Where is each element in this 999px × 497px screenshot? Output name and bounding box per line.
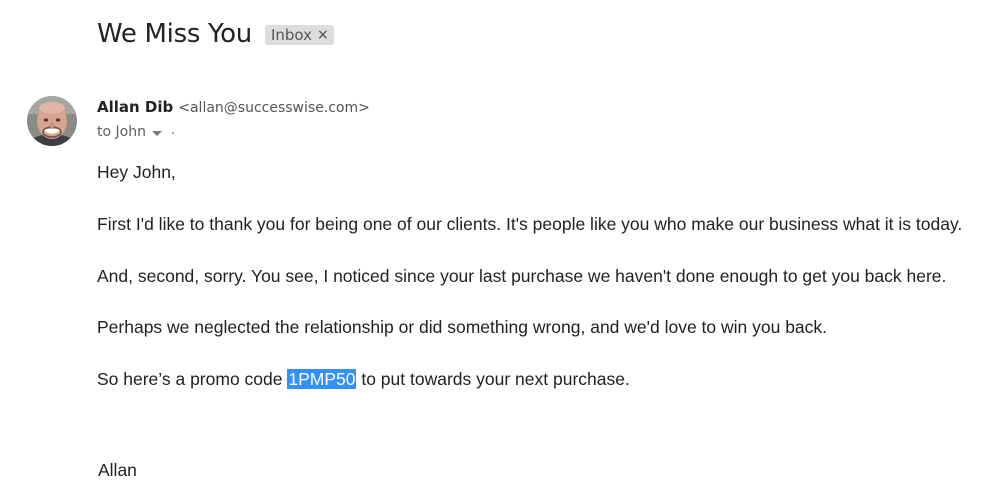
sender-row: Allan Dib <allan@successwise.com> (97, 98, 370, 116)
recipient-text: to John (97, 124, 146, 140)
label-chip-inbox[interactable]: Inbox × (264, 25, 334, 45)
sender-name[interactable]: Allan Dib (97, 98, 173, 116)
email-view: We Miss You Inbox × Allan Dib <allan@suc… (0, 0, 999, 497)
body-paragraph-1: First I'd like to thank you for being on… (97, 214, 963, 234)
label-chip-text: Inbox (270, 25, 313, 44)
avatar[interactable] (27, 96, 77, 146)
greeting: Hey John, (97, 162, 176, 182)
promo-suffix: to put towards your next purchase. (356, 369, 630, 389)
body-paragraph-3: Perhaps we neglected the relationship or… (97, 317, 828, 337)
chevron-down-icon[interactable] (151, 130, 162, 136)
close-icon[interactable]: × (317, 26, 329, 44)
promo-paragraph: So here’s a promo code 1PMP50 to put tow… (97, 367, 630, 391)
signature: Allan (98, 460, 137, 480)
sender-email: <allan@successwise.com> (178, 100, 370, 116)
dot-icon (171, 132, 174, 134)
recipient-row: to John (97, 124, 174, 140)
sender-avatar-image (27, 96, 77, 146)
subject-row: We Miss You Inbox × (97, 16, 334, 52)
promo-prefix: So here’s a promo code (97, 369, 288, 389)
body-paragraph-2: And, second, sorry. You see, I noticed s… (97, 266, 947, 286)
promo-code[interactable]: 1PMP50 (287, 369, 357, 389)
email-subject: We Miss You (97, 19, 252, 49)
